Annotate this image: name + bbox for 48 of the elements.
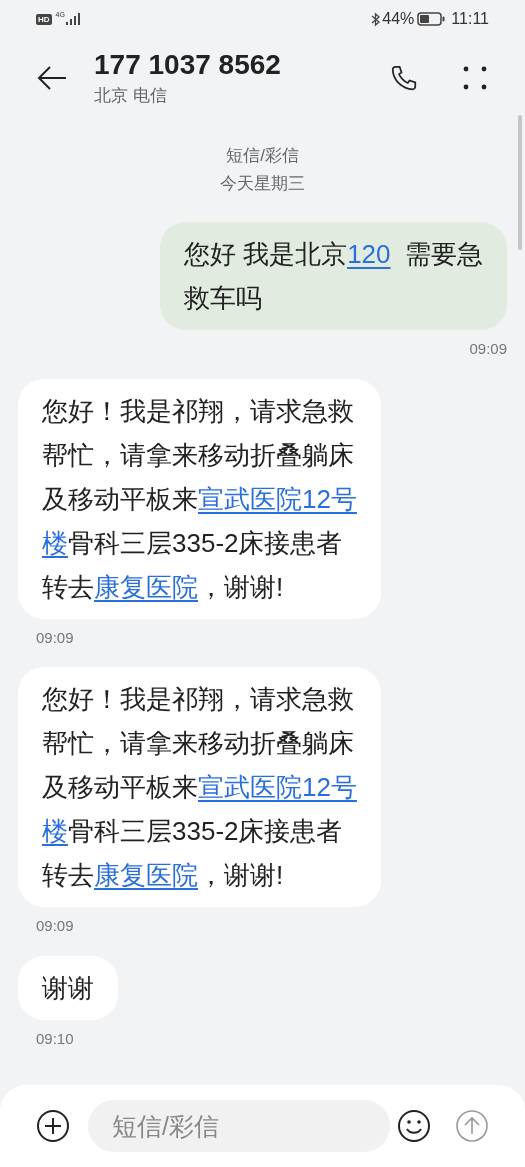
message-text: 帮忙，请拿来移动折叠躺床 bbox=[42, 439, 354, 470]
message-link[interactable]: 宣武医院12号 bbox=[198, 483, 357, 514]
message-link[interactable]: 宣武医院12号 bbox=[198, 772, 357, 802]
smiley-icon bbox=[397, 1109, 431, 1143]
message-text: 骨科三层335-2床接患者 bbox=[68, 816, 343, 846]
message-time: 09:09 bbox=[36, 916, 74, 936]
message-text: 帮忙，请拿来移动折叠躺床 bbox=[42, 728, 354, 758]
message-text: 骨科三层335-2床接患者 bbox=[68, 527, 343, 558]
message-text: 转去 bbox=[42, 860, 94, 890]
contact-location: 北京 电信 bbox=[94, 85, 168, 107]
date-label: 今天星期三 bbox=[220, 173, 305, 195]
message-link[interactable]: 120 bbox=[347, 239, 391, 269]
message-input[interactable]: 短信/彩信 bbox=[88, 1100, 390, 1152]
signal-icon bbox=[65, 13, 80, 25]
message-text: 您好！我是祁翔，请求急救 bbox=[42, 684, 354, 714]
message-link[interactable]: 楼 bbox=[42, 527, 68, 558]
message-text: 您好！我是祁翔，请求急救 bbox=[42, 395, 354, 426]
phone-icon bbox=[389, 63, 419, 93]
message-text: 谢谢 bbox=[42, 972, 94, 1003]
clock: 11:11 bbox=[451, 9, 489, 29]
battery-icon bbox=[417, 12, 446, 26]
send-icon bbox=[455, 1109, 489, 1143]
message-text: 及移动平板来 bbox=[42, 772, 198, 802]
message-text: 及移动平板来 bbox=[42, 483, 198, 514]
message-time: 09:09 bbox=[469, 339, 507, 359]
message-text: 救车吗 bbox=[183, 283, 262, 313]
message-link[interactable]: 康复医院 bbox=[94, 571, 198, 602]
add-button[interactable] bbox=[36, 1109, 70, 1143]
contact-number: 177 1037 8562 bbox=[94, 48, 281, 82]
more-button[interactable] bbox=[461, 64, 489, 92]
message-text: ，谢谢! bbox=[198, 860, 284, 890]
more-icon bbox=[462, 65, 488, 91]
back-icon bbox=[37, 65, 67, 91]
message-text: 您好 我是北京 bbox=[183, 239, 348, 269]
hd-badge: HD bbox=[36, 13, 52, 25]
bluetooth-icon bbox=[371, 11, 381, 27]
send-button[interactable] bbox=[455, 1109, 489, 1143]
message-text: 转去 bbox=[42, 571, 94, 602]
message-time: 09:09 bbox=[36, 627, 74, 648]
message-text: 需要急 bbox=[404, 239, 483, 269]
message-time: 09:10 bbox=[36, 1028, 74, 1049]
message-link[interactable]: 楼 bbox=[42, 816, 68, 846]
message-text: ，谢谢! bbox=[198, 571, 284, 602]
plus-icon bbox=[36, 1109, 70, 1143]
battery-percent: 44% bbox=[382, 9, 415, 29]
message-type-label: 短信/彩信 bbox=[226, 145, 299, 167]
emoji-button[interactable] bbox=[397, 1109, 431, 1143]
message-link[interactable]: 康复医院 bbox=[94, 860, 198, 890]
